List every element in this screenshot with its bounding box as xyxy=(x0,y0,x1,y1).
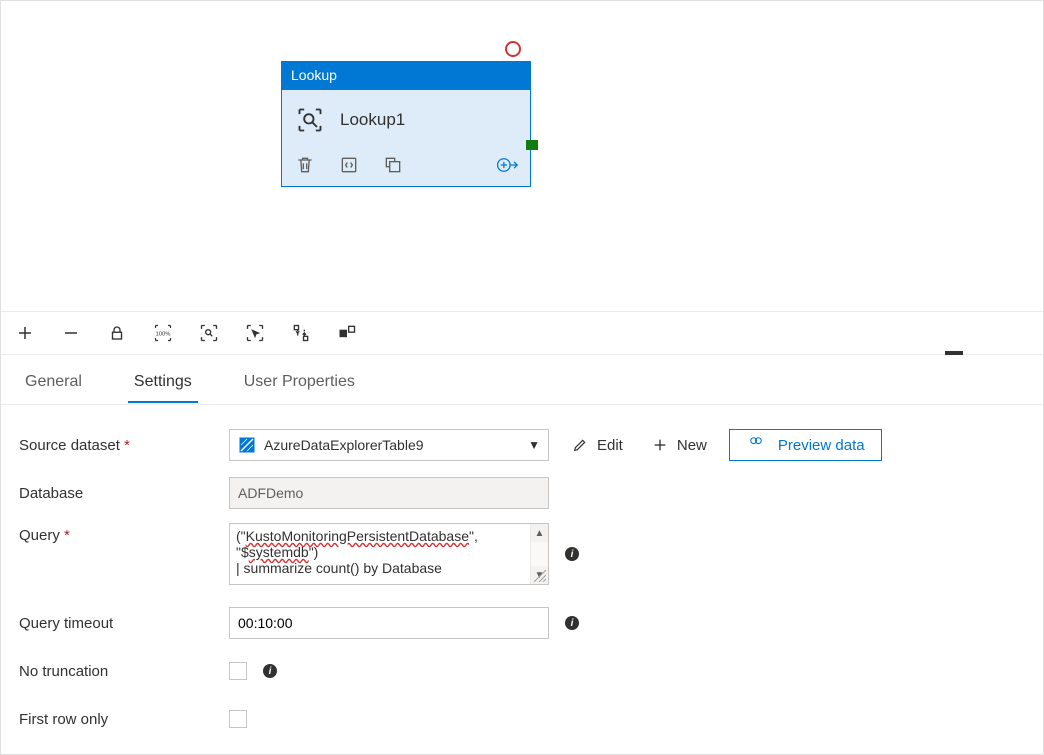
preview-data-button[interactable]: Preview data xyxy=(729,429,882,461)
validation-indicator-icon xyxy=(505,41,521,57)
source-dataset-label: Source dataset * xyxy=(19,437,229,454)
pipeline-canvas[interactable]: Lookup Lookup1 xyxy=(1,1,1043,311)
tab-general[interactable]: General xyxy=(19,363,88,403)
lookup-activity-node[interactable]: Lookup Lookup1 xyxy=(281,61,531,187)
add-output-icon[interactable] xyxy=(496,154,518,176)
code-icon[interactable] xyxy=(338,154,360,176)
first-row-only-checkbox[interactable] xyxy=(229,710,247,728)
azure-data-explorer-icon xyxy=(238,436,256,454)
tab-user-properties[interactable]: User Properties xyxy=(238,363,361,403)
svg-text:100%: 100% xyxy=(156,332,171,338)
properties-tabs: General Settings User Properties xyxy=(1,361,1043,405)
info-icon[interactable]: i xyxy=(565,547,579,561)
preview-icon xyxy=(746,436,766,454)
zoom-fit-icon[interactable] xyxy=(199,323,219,343)
settings-panel: Source dataset * AzureDataExplorerTable9… xyxy=(1,421,1043,743)
no-truncation-checkbox[interactable] xyxy=(229,662,247,680)
zoom-in-icon[interactable] xyxy=(15,323,35,343)
source-dataset-value: AzureDataExplorerTable9 xyxy=(264,437,528,453)
no-truncation-label: No truncation xyxy=(19,663,229,680)
copy-icon[interactable] xyxy=(382,154,404,176)
tab-settings[interactable]: Settings xyxy=(128,363,198,403)
database-label: Database xyxy=(19,485,229,502)
zoom-out-icon[interactable] xyxy=(61,323,81,343)
query-timeout-label: Query timeout xyxy=(19,615,229,632)
activity-name: Lookup1 xyxy=(340,110,405,130)
lookup-icon xyxy=(294,104,326,136)
edit-button[interactable]: Edit xyxy=(565,432,629,458)
new-button[interactable]: New xyxy=(645,432,713,458)
resize-grip-icon[interactable] xyxy=(534,570,546,582)
navigator-icon[interactable] xyxy=(337,323,357,343)
scroll-up-icon[interactable]: ▲ xyxy=(531,524,548,542)
select-icon[interactable] xyxy=(245,323,265,343)
canvas-toolbar: 100% xyxy=(1,311,1043,355)
first-row-only-label: First row only xyxy=(19,711,229,728)
activity-header: Lookup xyxy=(281,61,531,89)
chevron-down-icon: ▼ xyxy=(528,438,540,452)
activity-body[interactable]: Lookup1 xyxy=(281,89,531,187)
info-icon[interactable]: i xyxy=(565,616,579,630)
query-textarea[interactable]: ("KustoMonitoringPersistentDatabase", "$… xyxy=(229,523,549,585)
lock-icon[interactable] xyxy=(107,323,127,343)
zoom-100-icon[interactable]: 100% xyxy=(153,323,173,343)
auto-arrange-icon[interactable] xyxy=(291,323,311,343)
query-label: Query * xyxy=(19,523,229,544)
plus-icon xyxy=(651,436,669,454)
output-connector-handle[interactable] xyxy=(526,140,538,150)
database-input xyxy=(229,477,549,509)
query-timeout-input[interactable] xyxy=(229,607,549,639)
info-icon[interactable]: i xyxy=(263,664,277,678)
source-dataset-dropdown[interactable]: AzureDataExplorerTable9 ▼ xyxy=(229,429,549,461)
panel-resize-handle[interactable] xyxy=(945,351,963,355)
delete-icon[interactable] xyxy=(294,154,316,176)
pencil-icon xyxy=(571,436,589,454)
